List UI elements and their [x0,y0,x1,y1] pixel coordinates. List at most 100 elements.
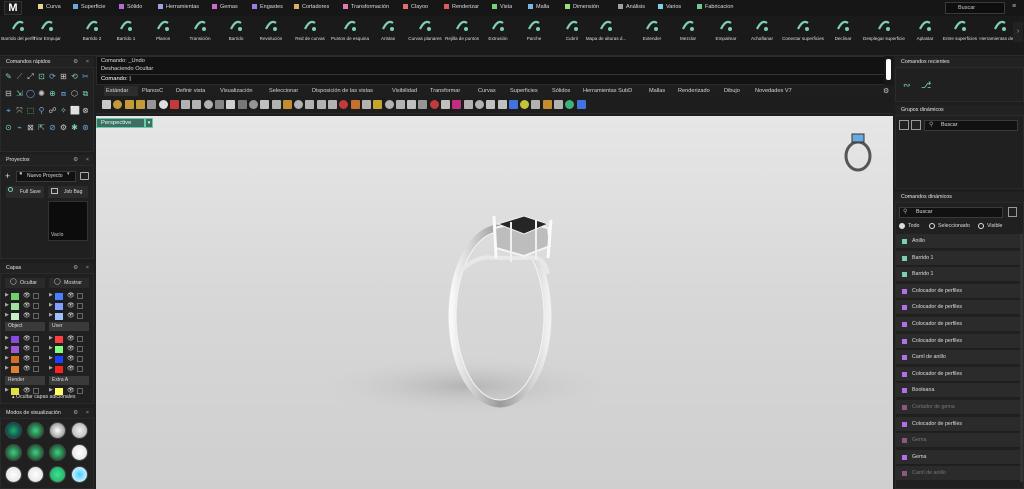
expand-icon[interactable]: ▶ [5,335,9,341]
quick-command-icon[interactable]: ⊞ [59,72,68,81]
quick-command-icon[interactable]: ⟲ [70,72,79,81]
layer-extra[interactable]: Extra A [49,376,89,385]
display-mode-icon[interactable] [5,466,22,483]
eye-icon[interactable]: 👁 [23,335,31,342]
expand-icon[interactable]: ▶ [5,302,9,308]
dynamic-command-row[interactable]: Colocador de perfiles [896,300,1020,316]
display-mode-icon[interactable] [5,422,22,439]
menu-item-11[interactable]: Malla [528,4,549,13]
eye-icon[interactable]: 👁 [67,355,75,362]
menu-item-2[interactable]: Sólido [119,4,142,13]
tool-icon[interactable] [135,100,145,109]
menu-item-12[interactable]: Dimensión [565,4,599,13]
quick-command-icon[interactable]: ⬚ [26,106,35,115]
groups-search-input[interactable]: Buscar [924,120,1018,131]
lock-icon[interactable] [33,356,39,362]
quick-command-icon[interactable]: ⤧ [15,106,24,115]
menu-item-9[interactable]: Renderizar [444,4,479,13]
tool-icon[interactable] [158,100,168,109]
expand-icon[interactable]: ▶ [49,355,53,361]
tool-icon[interactable] [203,100,213,109]
tool-icon[interactable] [169,100,179,109]
display-mode-icon[interactable] [27,466,44,483]
layer-color-swatch[interactable] [55,336,63,343]
settings-icon[interactable]: ⚙ [883,87,889,95]
expand-icon[interactable]: ▶ [5,312,9,318]
layer-color-swatch[interactable] [11,293,19,300]
ribbon-more-icon[interactable]: › [1013,22,1023,42]
tool-icon[interactable] [350,100,360,109]
tool-icon[interactable] [181,100,191,109]
tool-icon[interactable] [441,100,450,109]
quick-command-icon[interactable]: ✱ [70,123,79,132]
layer-color-swatch[interactable] [55,293,63,300]
dynamic-command-row[interactable]: Colocador de perfiles [896,317,1020,332]
lock-icon[interactable] [77,366,83,372]
tool-icon[interactable] [328,100,337,109]
tool-icon[interactable] [429,100,439,109]
list-view-icon[interactable] [899,120,909,130]
scroll-thumb[interactable] [886,59,891,80]
tool-icon[interactable] [237,100,247,109]
tab-15[interactable]: Novedades V7 [753,86,793,96]
filter-all-radio[interactable]: Todo [899,222,920,231]
quick-command-icon[interactable]: ⧉ [81,89,90,98]
close-icon[interactable]: × [86,155,89,166]
tool-icon[interactable] [474,100,484,109]
display-mode-icon[interactable] [49,444,66,461]
tool-icon[interactable] [576,100,586,109]
quick-command-icon[interactable]: ⬡ [70,89,79,98]
lock-icon[interactable] [77,303,83,309]
settings-icon[interactable]: ⚙ [73,155,78,166]
eye-icon[interactable]: 👁 [23,365,31,372]
tool-icon[interactable] [124,100,134,109]
commands-scrollbar[interactable] [1020,234,1023,482]
settings-icon[interactable]: ⚙ [73,263,78,274]
tab-3[interactable]: Visualización [218,86,263,96]
viewport-perspective[interactable]: Perspective ▾ [96,116,893,489]
lock-icon[interactable] [77,313,83,319]
ribbon-1[interactable]: Tirar Empujar [25,18,69,41]
tab-6[interactable]: Visibilidad [390,86,424,96]
lock-icon[interactable] [33,303,39,309]
tab-2[interactable]: Definir vista [174,86,214,96]
layer-color-swatch[interactable] [11,313,19,320]
expand-icon[interactable]: ▶ [49,365,53,371]
tab-0[interactable]: Estándar [104,86,138,96]
lock-icon[interactable] [33,336,39,342]
eye-icon[interactable]: 👁 [67,335,75,342]
ribbon-7[interactable]: Revolución [249,18,293,41]
menu-item-3[interactable]: Herramientas [158,4,199,13]
commands-search-input[interactable]: Buscar [899,207,1003,218]
close-icon[interactable]: × [86,263,89,274]
quick-command-icon[interactable]: ⟳ [48,72,57,81]
dynamic-command-row[interactable]: Booleana [896,383,1020,399]
layer-color-swatch[interactable] [55,356,63,363]
ribbon-23[interactable]: Desplegar superficie [862,18,906,41]
quick-command-icon[interactable]: ⊡ [37,72,46,81]
dynamic-command-row[interactable]: Carril de anillo [896,350,1020,366]
quick-command-icon[interactable]: ⊕ [48,89,57,98]
tab-13[interactable]: Renderizado [676,86,718,96]
tool-icon[interactable] [147,100,157,109]
eye-icon[interactable]: 👁 [67,365,75,372]
quick-command-icon[interactable]: ✺ [37,89,46,98]
tool-icon[interactable] [260,100,270,109]
eye-icon[interactable]: 👁 [67,387,75,394]
close-icon[interactable]: × [86,57,89,68]
quick-command-icon[interactable]: ⊠ [26,123,35,132]
quick-command-icon[interactable]: ⚙ [59,123,68,132]
eye-icon[interactable]: 👁 [67,312,75,319]
display-mode-icon[interactable] [71,422,88,439]
menu-item-4[interactable]: Gemas [212,4,238,13]
layer-color-swatch[interactable] [55,346,63,353]
command-prompt[interactable]: Comando: | [100,74,886,83]
display-mode-icon[interactable] [27,444,44,461]
tool-icon[interactable] [271,100,281,109]
quick-command-icon[interactable]: ⊙ [4,123,13,132]
lock-icon[interactable] [77,388,83,394]
quick-command-icon[interactable]: ⊟ [4,89,13,98]
lock-icon[interactable] [77,346,83,352]
dynamic-command-row[interactable]: Cortador de gema [896,400,1020,415]
eye-icon[interactable]: 👁 [23,355,31,362]
